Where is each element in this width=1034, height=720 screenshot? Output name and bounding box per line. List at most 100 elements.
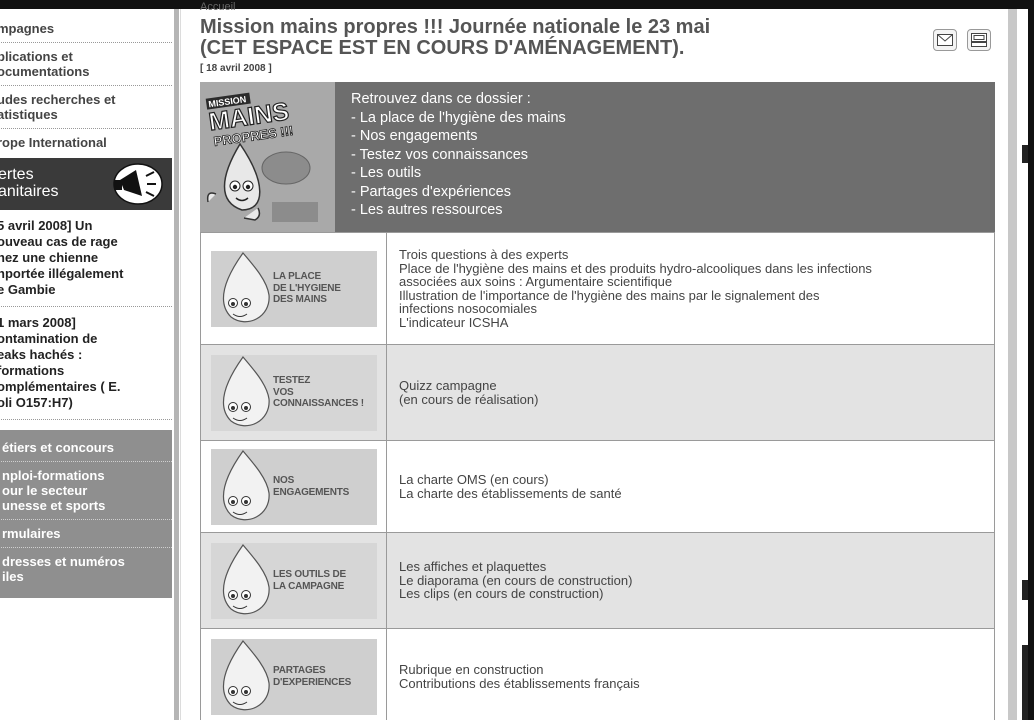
dossier-summary: Retrouvez dans ce dossier : - La place d… <box>351 90 566 220</box>
thumb-label-line: DES MAINS <box>273 294 327 306</box>
topic-link[interactable]: Le diaporama (en cours de construction) <box>399 574 994 588</box>
mascot-drop-icon <box>222 449 270 520</box>
mascot-drop-icon <box>222 355 270 426</box>
topic-link[interactable]: Trois questions à des experts <box>399 248 994 262</box>
sidebar-link-campagnes[interactable]: mpagnes <box>0 9 172 43</box>
topic-thumb-label: NOS ENGAGEMENTS <box>273 449 375 525</box>
topic-thumb-cell: NOS ENGAGEMENTS <box>200 440 387 533</box>
topic-link[interactable]: Place de l'hygiène des mains et des prod… <box>399 261 994 276</box>
sidebar-link-europe[interactable]: rope International <box>0 129 172 156</box>
dossier-link[interactable]: - Les autres ressources <box>351 201 566 220</box>
window-right-border <box>1028 0 1034 720</box>
topic-link[interactable]: La charte des établissements de santé <box>399 486 994 501</box>
topic-description: Trois questions à des experts Place de l… <box>386 232 995 345</box>
topic-description: Quizz campagne (en cours de réalisation) <box>386 344 995 441</box>
topics-table: LA PLACE DE L'HYGIENE DES MAINS Trois qu… <box>200 232 995 720</box>
thumb-label-line: DE L'HYGIENE <box>273 282 341 294</box>
article-tools <box>933 29 991 51</box>
topic-link[interactable]: Quizz campagne <box>399 379 994 393</box>
topic-row: PARTAGES D'EXPERIENCES Rubrique en const… <box>200 628 995 720</box>
dossier-link[interactable]: - La place de l'hygiène des mains <box>351 109 566 128</box>
mascot-drop-icon <box>222 251 270 322</box>
right-edge-mark <box>1022 145 1028 163</box>
thumb-label-line: LES OUTILS DE <box>273 569 346 580</box>
mascot-drop-icon <box>222 543 270 614</box>
article-date: [ 18 avril 2008 ] <box>200 63 272 74</box>
topic-thumb[interactable]: PARTAGES D'EXPERIENCES <box>211 638 377 715</box>
sidebar-divider-light <box>180 9 181 720</box>
topic-link[interactable]: L'indicateur ICSHA <box>399 315 994 330</box>
topic-thumb-label: PARTAGES D'EXPERIENCES <box>273 639 375 715</box>
sidebar-link-etudes[interactable]: udes recherches et atistiques <box>0 86 172 129</box>
topic-link[interactable]: Contributions des établissements françai… <box>399 676 994 691</box>
thumb-label-line: D'EXPERIENCES <box>273 676 352 688</box>
topic-link[interactable]: La charte OMS (en cours) <box>399 473 994 487</box>
thumb-label-line: ENGAGEMENTS <box>273 486 350 498</box>
topic-link[interactable]: Rubrique en construction <box>399 663 994 677</box>
sidebar-link-publications[interactable]: blications et ocumentations <box>0 43 172 86</box>
mascot-logo-icon: MISSION MAINS PROPRES !!! <box>200 82 335 232</box>
thumb-label-line: TESTEZ <box>273 375 311 387</box>
topic-link[interactable]: associées aux soins : Argumentaire scien… <box>399 275 994 289</box>
alert-item[interactable]: 1 mars 2008] ontamination de eaks hachés… <box>0 307 172 420</box>
topic-thumb-label: TESTEZ VOS CONNAISSANCES ! <box>273 355 375 431</box>
thumb-label-line: NOS <box>273 475 295 486</box>
thumb-label-line: PARTAGES <box>273 665 326 676</box>
thumb-label-line: LA CAMPAGNE <box>273 580 345 592</box>
dossier-banner: MISSION MAINS PROPRES !!! Retrouvez dans… <box>200 82 995 232</box>
topic-link[interactable]: Les affiches et plaquettes <box>399 560 994 574</box>
dossier-link[interactable]: - Nos engagements <box>351 127 566 146</box>
topic-thumb[interactable]: LA PLACE DE L'HYGIENE DES MAINS <box>211 250 377 327</box>
right-edge-mark <box>1022 580 1028 600</box>
topic-thumb[interactable]: TESTEZ VOS CONNAISSANCES ! <box>211 354 377 431</box>
topic-description: La charte OMS (en cours) La charte des é… <box>386 440 995 533</box>
print-button[interactable] <box>967 29 991 51</box>
breadcrumb[interactable]: Accueil <box>200 1 995 15</box>
page-root: { "sidebar": { "links": [ {"label": "mpa… <box>0 0 1034 720</box>
topic-thumb[interactable]: NOS ENGAGEMENTS <box>211 448 377 525</box>
topic-thumb-cell: TESTEZ VOS CONNAISSANCES ! <box>200 344 387 441</box>
print-icon <box>971 33 987 47</box>
sidebar-secondary-menu: étiers et concours nploi-formations our … <box>0 430 172 598</box>
sidebar-link-emploi[interactable]: nploi-formations our le secteur unesse e… <box>0 462 172 520</box>
topic-link[interactable]: (en cours de réalisation) <box>399 392 994 407</box>
article-title: Mission mains propres !!! Journée nation… <box>200 17 900 59</box>
dossier-link[interactable]: - Partages d'expériences <box>351 183 566 202</box>
topic-row: NOS ENGAGEMENTS La charte OMS (en cours)… <box>200 440 995 533</box>
topic-row: LA PLACE DE L'HYGIENE DES MAINS Trois qu… <box>200 232 995 345</box>
thumb-label-line: VOS <box>273 386 294 398</box>
right-divider <box>1008 9 1017 720</box>
left-sidebar: mpagnes blications et ocumentations udes… <box>0 9 172 720</box>
topic-thumb-cell: LA PLACE DE L'HYGIENE DES MAINS <box>200 232 387 345</box>
alerts-title: ertes anitaires <box>0 166 59 200</box>
sidebar-link-metiers[interactable]: étiers et concours <box>0 434 172 462</box>
topic-thumb-cell: LES OUTILS DE LA CAMPAGNE <box>200 532 387 629</box>
article-title-line: Mission mains propres !!! Journée nation… <box>200 16 711 38</box>
topic-row: LES OUTILS DE LA CAMPAGNE Les affiches e… <box>200 532 995 629</box>
sidebar-link-formulaires[interactable]: rmulaires <box>0 520 172 548</box>
email-button[interactable] <box>933 29 957 51</box>
main-content: Accueil Mission mains propres !!! Journé… <box>200 1 995 720</box>
sidebar-link-adresses[interactable]: dresses et numéros iles <box>0 548 172 590</box>
email-icon <box>937 34 953 46</box>
alert-item[interactable]: 5 avril 2008] Un ouveau cas de rage hez … <box>0 210 172 307</box>
dossier-intro: Retrouvez dans ce dossier : <box>351 91 531 107</box>
dossier-link[interactable]: - Testez vos connaissances <box>351 146 566 165</box>
topic-link[interactable]: Illustration de l'importance de l'hygièn… <box>399 288 994 303</box>
alerts-header: ertes anitaires <box>0 158 172 210</box>
topic-link[interactable]: infections nosocomiales <box>399 302 994 316</box>
topic-row: TESTEZ VOS CONNAISSANCES ! Quizz campagn… <box>200 344 995 441</box>
megaphone-icon <box>113 163 163 205</box>
topic-link[interactable]: Les clips (en cours de construction) <box>399 587 994 601</box>
topic-description: Rubrique en construction Contributions d… <box>386 628 995 720</box>
topic-thumb[interactable]: LES OUTILS DE LA CAMPAGNE <box>211 542 377 619</box>
topic-thumb-label: LA PLACE DE L'HYGIENE DES MAINS <box>273 251 375 327</box>
topic-description: Les affiches et plaquettes Le diaporama … <box>386 532 995 629</box>
article-title-line: (CET ESPACE EST EN COURS D'AMÉNAGEMENT). <box>200 37 685 59</box>
topic-thumb-label: LES OUTILS DE LA CAMPAGNE <box>273 543 375 619</box>
dossier-link[interactable]: - Les outils <box>351 164 566 183</box>
right-margin <box>1017 9 1028 720</box>
thumb-label-line: CONNAISSANCES ! <box>273 398 364 410</box>
mission-logo-image: MISSION MAINS PROPRES !!! <box>200 82 335 232</box>
sidebar-divider <box>174 9 179 720</box>
